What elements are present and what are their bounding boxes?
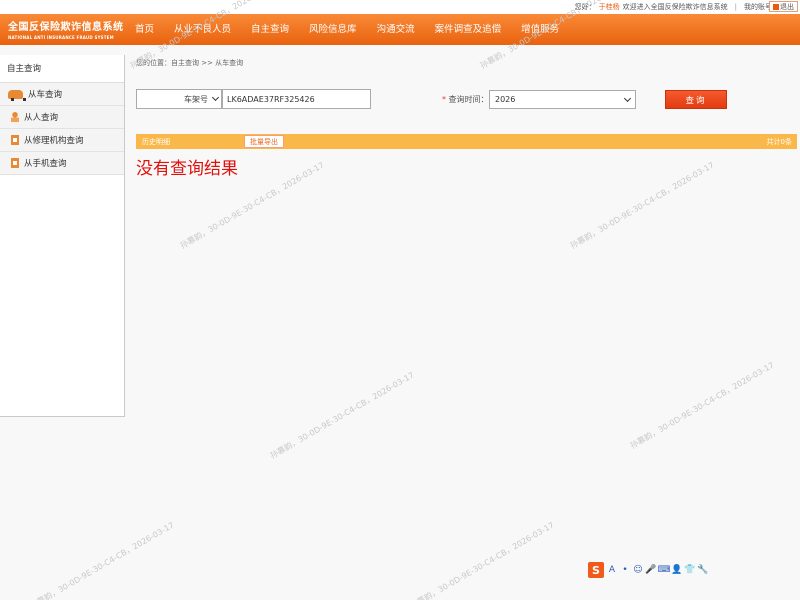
left-sidebar: 自主查询 从车查询 从人查询 从修理机构查询 从手机查询 — [0, 55, 125, 417]
nav-value-added[interactable]: 增值服务 — [511, 14, 569, 45]
watermark: 孙慕韵，30-0D-9E-30-C4-CB，2026-03-17 — [28, 520, 176, 600]
nav-risk-database[interactable]: 风险信息库 — [299, 14, 367, 45]
watermark: 孙慕韵，30-0D-9E-30-C4-CB，2026-03-17 — [628, 360, 776, 451]
history-detail-label: 历史明细 — [142, 138, 170, 146]
sogou-logo-icon[interactable]: S — [588, 562, 604, 578]
watermark: 孙慕韵，30-0D-9E-30-C4-CB，2026-03-17 — [268, 370, 416, 461]
logout-label: 退出 — [780, 2, 794, 11]
results-header-bar: 历史明细 批量导出 共计0条 — [136, 134, 797, 149]
nav-home[interactable]: 首页 — [124, 14, 164, 45]
ime-user-icon[interactable]: 👤 — [671, 564, 682, 576]
topbar-separator: | — [734, 3, 737, 11]
top-utility-bar: 您好： 于桂杨 欢迎进入全国反保险欺诈信息系统 | 我的账号 退出 — [0, 0, 800, 14]
chevron-down-icon — [623, 94, 632, 102]
person-icon — [11, 112, 19, 122]
logo-title-en: NATIONAL ANTI INSURANCE FRAUD SYSTEM — [8, 35, 114, 40]
ime-skin-icon[interactable]: 👕 — [684, 564, 695, 576]
year-value: 2026 — [495, 95, 516, 104]
logout-icon — [773, 3, 779, 10]
nav-bad-practitioners[interactable]: 从业不良人员 — [164, 14, 241, 45]
required-star: * — [442, 95, 446, 104]
query-button[interactable]: 查询 — [665, 90, 727, 109]
main-nav: 首页 从业不良人员 自主查询 风险信息库 沟通交流 案件调查及追偿 增值服务 — [124, 14, 569, 45]
nav-case-investigation[interactable]: 案件调查及追偿 — [425, 14, 512, 45]
nav-communication[interactable]: 沟通交流 — [367, 14, 425, 45]
watermark: 孙慕韵，30-0D-9E-30-C4-CB，2026-03-17 — [408, 520, 556, 600]
sidebar-item-phone-query[interactable]: 从手机查询 — [0, 152, 124, 175]
logo-title-cn: 全国反保险欺诈信息系统 — [8, 22, 124, 33]
breadcrumb: 您的位置：自主查询 >> 从车查询 — [136, 59, 244, 67]
sidebar-item-vehicle-query[interactable]: 从车查询 — [0, 83, 124, 106]
site-logo[interactable]: 全国反保险欺诈信息系统 NATIONAL ANTI INSURANCE FRAU… — [0, 14, 124, 45]
year-select[interactable]: 2026 — [489, 90, 636, 109]
chevron-down-icon — [211, 93, 220, 102]
ime-emoji-icon[interactable]: ☺ — [633, 564, 643, 576]
nav-self-query[interactable]: 自主查询 — [241, 14, 299, 45]
no-result-message: 没有查询结果 — [136, 159, 238, 179]
car-icon — [8, 89, 26, 101]
repair-shop-icon — [11, 135, 19, 145]
search-form: 车架号 * 查询时间： 2026 查询 — [136, 89, 736, 109]
sidebar-item-label: 从人查询 — [24, 113, 59, 123]
ime-language-icon[interactable]: A — [607, 564, 617, 576]
ime-punctuation-icon[interactable]: • — [620, 564, 630, 576]
sidebar-item-label: 从手机查询 — [24, 159, 67, 169]
query-time-label: * 查询时间： — [442, 94, 489, 105]
sidebar-title: 自主查询 — [0, 55, 124, 83]
field-type-value: 车架号 — [184, 94, 208, 104]
ime-keyboard-icon[interactable]: ⌨ — [658, 564, 671, 576]
main-header: 全国反保险欺诈信息系统 NATIONAL ANTI INSURANCE FRAU… — [0, 14, 800, 45]
welcome-text: 欢迎进入全国反保险欺诈信息系统 — [622, 3, 728, 11]
batch-export-button[interactable]: 批量导出 — [244, 135, 284, 148]
ime-settings-icon[interactable]: 🔧 — [697, 564, 708, 576]
my-account-link[interactable]: 我的账号 — [744, 2, 772, 12]
field-type-select[interactable]: 车架号 — [136, 89, 222, 109]
result-count: 共计0条 — [766, 138, 792, 146]
query-time-text: 查询时间： — [448, 95, 489, 104]
ime-toolbar: S A • ☺ 🎤 ⌨ 👤 👕 🔧 — [588, 561, 709, 579]
vin-input[interactable] — [222, 89, 371, 109]
ime-microphone-icon[interactable]: 🎤 — [645, 564, 656, 576]
logout-button[interactable]: 退出 — [769, 1, 798, 12]
username-link[interactable]: 于桂杨 — [599, 2, 620, 12]
greeting-text: 您好： — [574, 3, 596, 11]
watermark: 孙慕韵，30-0D-9E-30-C4-CB，2026-03-17 — [568, 160, 716, 251]
phone-icon — [11, 158, 19, 168]
sidebar-item-person-query[interactable]: 从人查询 — [0, 106, 124, 129]
sidebar-item-repair-shop-query[interactable]: 从修理机构查询 — [0, 129, 124, 152]
sidebar-item-label: 从车查询 — [28, 90, 63, 100]
sidebar-item-label: 从修理机构查询 — [24, 136, 84, 146]
